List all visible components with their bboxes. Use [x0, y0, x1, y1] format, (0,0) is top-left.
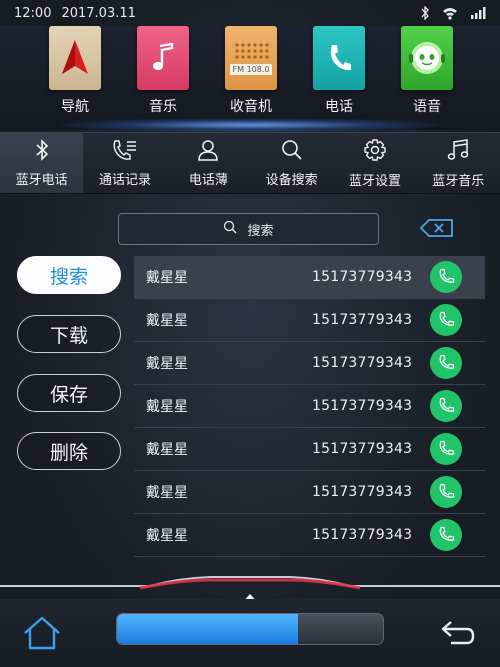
- contact-name: 戴星星: [146, 356, 188, 372]
- bottom-bar: [0, 599, 500, 667]
- contact-name: 戴星星: [146, 270, 188, 286]
- tab-call-log[interactable]: 通话记录: [83, 133, 166, 193]
- tab-label: 通话记录: [98, 172, 151, 188]
- app-label: 收音机: [230, 99, 272, 115]
- volume-slider[interactable]: [116, 613, 384, 645]
- app-voice[interactable]: 语音: [399, 26, 455, 116]
- voice-robot-icon: [401, 26, 453, 90]
- app-navigation[interactable]: 导航: [47, 26, 103, 116]
- call-button[interactable]: [430, 347, 462, 379]
- bluetooth-phone-screen: 12:00 2017.03.11 导航 音乐 FM 108.0 收音机 电话 语…: [0, 0, 500, 667]
- phone-icon: [439, 354, 455, 369]
- contact-row[interactable]: 戴星星 15173779343: [134, 385, 485, 428]
- app-dock: 导航 音乐 FM 108.0 收音机 电话 语音: [0, 26, 500, 132]
- save-button[interactable]: 保存: [17, 374, 121, 412]
- signal-icon: [470, 7, 486, 19]
- navigation-arrow-icon: [49, 26, 101, 90]
- call-button[interactable]: [430, 261, 462, 293]
- tab-label: 设备搜索: [265, 172, 318, 188]
- call-button[interactable]: [430, 476, 462, 508]
- home-button[interactable]: [0, 599, 84, 667]
- tab-label: 蓝牙电话: [15, 172, 68, 188]
- tab-device-search[interactable]: 设备搜索: [250, 133, 333, 193]
- call-button[interactable]: [430, 433, 462, 465]
- radio-frequency-display: FM 108.0: [229, 64, 273, 75]
- contact-name: 戴星星: [146, 485, 188, 501]
- contact-number: 15173779343: [312, 441, 413, 457]
- contacts-icon: [197, 139, 219, 165]
- contact-name: 戴星星: [146, 399, 188, 415]
- phone-icon: [439, 268, 455, 283]
- app-radio[interactable]: FM 108.0 收音机: [223, 26, 279, 116]
- contact-number: 15173779343: [312, 269, 413, 285]
- contact-search-input[interactable]: 搜索: [118, 213, 379, 245]
- search-icon: [223, 220, 237, 238]
- tab-bluetooth-music[interactable]: 蓝牙音乐: [417, 133, 500, 193]
- delete-button[interactable]: 删除: [17, 432, 121, 470]
- tab-contacts[interactable]: 电话薄: [167, 133, 250, 193]
- call-button[interactable]: [430, 390, 462, 422]
- tab-label: 电话薄: [188, 172, 228, 188]
- contact-row[interactable]: 戴星星 15173779343: [134, 514, 485, 557]
- contact-row[interactable]: 戴星星 15173779343: [134, 471, 485, 514]
- bluetooth-icon: [34, 138, 50, 165]
- status-icons: [420, 6, 486, 20]
- volume-slider-fill: [117, 614, 298, 644]
- app-label: 电话: [325, 99, 353, 115]
- app-music[interactable]: 音乐: [135, 26, 191, 116]
- contact-number: 15173779343: [312, 527, 413, 543]
- phone-icon: [313, 26, 365, 90]
- contact-number: 15173779343: [312, 484, 413, 500]
- contact-row[interactable]: 戴星星 15173779343: [134, 428, 485, 471]
- call-button[interactable]: [430, 519, 462, 551]
- search-label: 搜索: [247, 223, 274, 239]
- phone-icon: [439, 440, 455, 455]
- phone-icon: [439, 483, 455, 498]
- home-icon: [24, 616, 60, 650]
- tab-label: 蓝牙音乐: [432, 173, 485, 189]
- gear-icon: [363, 138, 387, 166]
- backspace-icon[interactable]: [419, 219, 454, 241]
- contact-number: 15173779343: [312, 312, 413, 328]
- download-button[interactable]: 下载: [17, 315, 121, 353]
- phone-icon: [439, 311, 455, 326]
- app-label: 音乐: [149, 99, 177, 115]
- search-button[interactable]: 搜索: [17, 256, 121, 294]
- tab-bluetooth-phone[interactable]: 蓝牙电话: [0, 133, 84, 193]
- radio-icon: FM 108.0: [225, 26, 277, 90]
- back-arrow-icon: [441, 621, 475, 645]
- app-label: 导航: [61, 99, 89, 115]
- music-icon: [446, 138, 470, 166]
- dock-glow: [60, 118, 440, 132]
- contact-row[interactable]: 戴星星 15173779343: [134, 299, 485, 342]
- music-note-icon: [137, 26, 189, 90]
- contact-name: 戴星星: [146, 442, 188, 458]
- contact-number: 15173779343: [312, 398, 413, 414]
- tab-label: 蓝牙设置: [348, 173, 401, 189]
- wifi-icon: [442, 7, 458, 20]
- call-log-icon: [112, 139, 138, 165]
- search-icon: [281, 139, 303, 165]
- bluetooth-tab-bar: 蓝牙电话 通话记录 电话薄 设备搜索 蓝牙设置 蓝牙音乐: [0, 132, 500, 194]
- status-bar: 12:00 2017.03.11: [0, 0, 500, 26]
- bluetooth-status-icon: [420, 6, 430, 20]
- contact-name: 戴星星: [146, 528, 188, 544]
- app-phone[interactable]: 电话: [311, 26, 367, 116]
- contact-number: 15173779343: [312, 355, 413, 371]
- phone-icon: [439, 397, 455, 412]
- contact-name: 戴星星: [146, 313, 188, 329]
- phone-icon: [439, 526, 455, 541]
- status-time: 12:00: [14, 5, 52, 21]
- contact-row[interactable]: 戴星星 15173779343: [134, 256, 485, 299]
- tab-bluetooth-settings[interactable]: 蓝牙设置: [333, 133, 416, 193]
- app-label: 语音: [413, 99, 441, 115]
- status-date: 2017.03.11: [61, 5, 136, 21]
- contact-list: 戴星星 15173779343 戴星星 15173779343 戴星星 1517…: [134, 256, 485, 557]
- call-button[interactable]: [430, 304, 462, 336]
- back-button[interactable]: [416, 599, 500, 667]
- contact-row[interactable]: 戴星星 15173779343: [134, 342, 485, 385]
